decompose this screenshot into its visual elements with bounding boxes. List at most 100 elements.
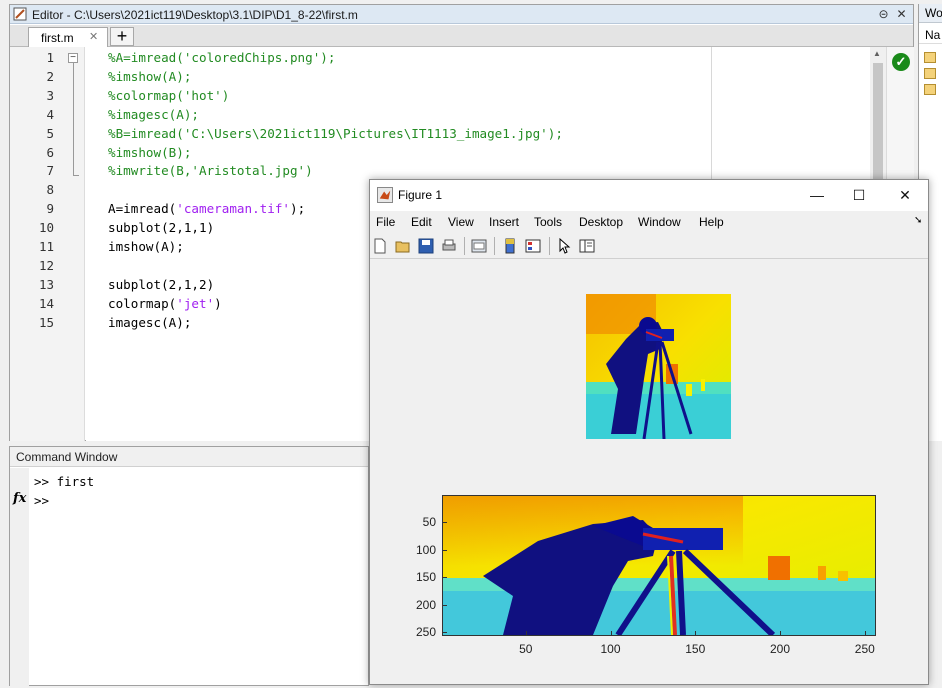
new-tab-button[interactable]: + — [110, 27, 134, 46]
command-window-title: Command Window — [10, 447, 368, 467]
line-number: 11 — [38, 239, 54, 254]
close-button[interactable]: ✕ — [890, 186, 920, 204]
code-line[interactable]: %A=imread('coloredChips.png'); — [108, 50, 335, 65]
workspace-name-header[interactable]: Na — [919, 26, 942, 44]
line-number: 12 — [38, 257, 54, 273]
print-icon[interactable] — [441, 238, 457, 254]
line-number: 8 — [46, 182, 54, 198]
scroll-up-icon[interactable]: ▲ — [873, 49, 881, 58]
function-browser-icon[interactable]: fx — [13, 491, 26, 506]
code-line[interactable]: %imagesc(A); — [108, 107, 199, 122]
open-file-icon[interactable] — [395, 238, 411, 254]
x-tick-mark — [780, 631, 782, 635]
x-tick-label: 150 — [685, 642, 706, 656]
figure-menubar: File Edit View Insert Tools Desktop Wind… — [370, 211, 928, 233]
figure-title: Figure 1 — [398, 188, 443, 202]
subplot-bottom-image[interactable] — [443, 496, 875, 638]
variable-icon[interactable] — [924, 52, 936, 63]
line-number: 4 — [46, 106, 54, 122]
fold-toggle-icon[interactable]: − — [68, 53, 78, 63]
code-line[interactable]: %colormap('hot') — [108, 88, 229, 103]
plot-browser-icon[interactable] — [579, 238, 595, 254]
line-number: 5 — [46, 125, 54, 141]
line-number: 7 — [46, 163, 54, 179]
save-icon[interactable] — [418, 238, 434, 254]
toolbar-dock-icon[interactable]: ➘ — [914, 215, 922, 226]
menu-edit[interactable]: Edit — [411, 215, 432, 229]
y-tick-mark — [443, 522, 447, 524]
figure-window: Figure 1 — ☐ ✕ File Edit View Insert Too… — [369, 179, 929, 685]
figure-canvas[interactable]: 50 100 150 200 250 50 100 150 200 250 — [370, 260, 928, 684]
legend-icon[interactable] — [525, 238, 541, 254]
link-plot-icon[interactable] — [471, 238, 487, 254]
workspace-title: Wo — [919, 4, 942, 23]
editor-close-icon[interactable]: ✕ — [894, 7, 909, 22]
editor-tabbar: first.m ✕ + — [10, 25, 913, 47]
y-tick-label: 200 — [415, 597, 436, 612]
y-tick-label: 100 — [415, 542, 436, 557]
line-number: 15 — [38, 314, 54, 330]
matlab-logo-icon — [377, 187, 393, 203]
figure-toolbar — [370, 233, 928, 259]
line-number: 2 — [46, 68, 54, 84]
x-tick-label: 50 — [519, 642, 533, 656]
code-ok-icon[interactable]: ✓ — [892, 53, 910, 71]
subplot-top-image[interactable] — [586, 294, 731, 439]
x-tick-mark — [864, 631, 866, 635]
tab-close-icon[interactable]: ✕ — [89, 28, 98, 46]
y-tick-label: 150 — [415, 570, 436, 585]
line-number: 1 — [46, 50, 54, 65]
x-tick-mark — [610, 631, 612, 635]
colorbar-icon[interactable] — [502, 238, 518, 254]
x-tick-label: 200 — [770, 642, 791, 656]
menu-insert[interactable]: Insert — [489, 215, 519, 229]
line-number: 10 — [38, 220, 54, 236]
new-figure-icon[interactable] — [372, 238, 388, 254]
minimize-button[interactable]: — — [802, 186, 832, 204]
command-window[interactable]: Command Window fx >> first >> — [9, 446, 369, 686]
y-tick-label: 50 — [422, 515, 436, 530]
code-line[interactable]: %imshow(B); — [108, 145, 191, 160]
x-tick-label: 100 — [600, 642, 621, 656]
menu-tools[interactable]: Tools — [534, 215, 562, 229]
line-number: 13 — [38, 276, 54, 292]
y-tick-mark — [443, 549, 447, 551]
line-number: 9 — [46, 201, 54, 217]
variable-icon[interactable] — [924, 84, 936, 95]
code-line[interactable]: %B=imread('C:\Users\2021ict119\Pictures\… — [108, 126, 563, 141]
menu-window[interactable]: Window — [638, 215, 681, 229]
menu-help[interactable]: Help — [699, 215, 724, 229]
x-tick-label: 250 — [854, 642, 875, 656]
line-number: 3 — [46, 87, 54, 103]
y-tick-label: 250 — [415, 625, 436, 640]
line-number-gutter: 1 2 3 4 5 6 7 8 9 10 11 12 13 14 15 − — [10, 47, 85, 441]
menu-view[interactable]: View — [448, 215, 474, 229]
menu-file[interactable]: File — [376, 215, 395, 229]
code-line[interactable]: subplot(2,1,1) — [108, 220, 214, 235]
code-line[interactable]: colormap('jet') — [108, 296, 222, 311]
code-line[interactable]: subplot(2,1,2) — [108, 277, 214, 292]
tab-label: first.m — [41, 31, 74, 45]
command-history-line: >> first — [34, 474, 95, 489]
code-line[interactable]: imshow(A); — [108, 239, 184, 254]
pointer-icon[interactable] — [556, 238, 572, 254]
maximize-button[interactable]: ☐ — [844, 186, 874, 204]
line-number: 14 — [38, 295, 54, 311]
y-tick-mark — [443, 604, 447, 606]
menu-desktop[interactable]: Desktop — [579, 215, 623, 229]
command-prompt[interactable]: >> — [34, 493, 49, 508]
x-tick-mark — [525, 631, 527, 635]
code-line[interactable]: %imshow(A); — [108, 69, 191, 84]
line-number: 6 — [46, 144, 54, 160]
code-line[interactable]: %imwrite(B,'Aristotal.jpg') — [108, 163, 313, 178]
editor-options-icon[interactable]: ⊝ — [876, 7, 891, 22]
subplot-bottom-axes[interactable] — [442, 495, 876, 638]
y-tick-mark — [443, 632, 447, 634]
code-line[interactable]: A=imread('cameraman.tif'); — [108, 201, 305, 216]
variable-icon[interactable] — [924, 68, 936, 79]
tab-first-m[interactable]: first.m ✕ — [28, 27, 108, 47]
code-line[interactable]: imagesc(A); — [108, 315, 191, 330]
editor-title: Editor - C:\Users\2021ict119\Desktop\3.1… — [32, 8, 358, 22]
editor-titlebar: Editor - C:\Users\2021ict119\Desktop\3.1… — [10, 5, 913, 24]
x-tick-mark — [695, 631, 697, 635]
